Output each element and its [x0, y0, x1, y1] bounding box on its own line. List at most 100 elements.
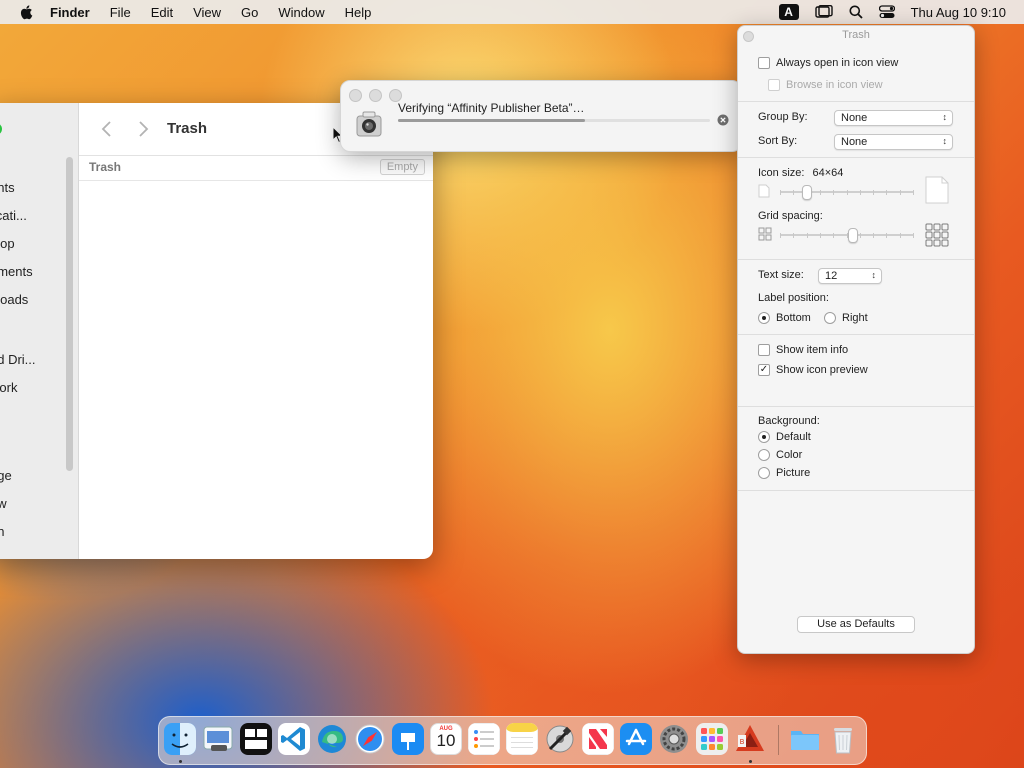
- disk-utility-icon[interactable]: [544, 723, 576, 755]
- grid-spacing-slider[interactable]: [780, 228, 914, 243]
- separator: [738, 406, 974, 407]
- trash-icon[interactable]: [827, 723, 859, 755]
- notes-icon[interactable]: [506, 723, 538, 755]
- dock: AUG 10 B: [158, 716, 867, 765]
- background-default-radio[interactable]: [758, 431, 770, 443]
- sidebar-scrollbar[interactable]: [66, 157, 73, 471]
- zoom-window-button[interactable]: [0, 123, 2, 135]
- affinity-publisher-icon[interactable]: B: [734, 723, 766, 755]
- label-bottom-radio[interactable]: [758, 312, 770, 324]
- separator: [738, 101, 974, 102]
- mission-control-icon[interactable]: [240, 723, 272, 755]
- close-window-button[interactable]: [349, 89, 362, 102]
- always-open-label: Always open in icon view: [776, 57, 899, 69]
- menu-view[interactable]: View: [193, 5, 221, 20]
- trash-header-bar: Trash Empty: [79, 156, 433, 181]
- large-document-icon: [925, 176, 949, 204]
- menu-go[interactable]: Go: [241, 5, 258, 20]
- edge-icon[interactable]: [316, 723, 348, 755]
- reminders-icon[interactable]: [468, 723, 500, 755]
- sidebar-item-network[interactable]: work: [0, 380, 17, 395]
- vscode-icon[interactable]: [278, 723, 310, 755]
- background-picture-row[interactable]: Picture: [758, 467, 810, 479]
- sidebar-item-tag-yellow[interactable]: ow: [0, 496, 7, 511]
- menu-clock[interactable]: Thu Aug 10 9:10: [911, 5, 1006, 20]
- screen-mirroring-icon[interactable]: [814, 5, 833, 19]
- text-size-popup[interactable]: 12 ↕: [818, 268, 882, 284]
- background-picture-radio[interactable]: [758, 467, 770, 479]
- separator: [738, 490, 974, 491]
- background-default-row[interactable]: Default: [758, 431, 811, 443]
- sidebar-item-desktop[interactable]: ktop: [0, 236, 15, 251]
- label-right-radio[interactable]: [824, 312, 836, 324]
- sidebar-item-recents[interactable]: ents: [0, 180, 15, 195]
- up-down-arrows-icon: ↕: [871, 270, 877, 280]
- slider-tick: [860, 233, 861, 238]
- downloads-folder-icon[interactable]: [789, 723, 821, 755]
- slider-tick: [847, 190, 848, 195]
- app-store-icon[interactable]: [620, 723, 652, 755]
- progress-bar-fill: [398, 119, 586, 122]
- show-item-info-label: Show item info: [776, 344, 849, 356]
- safari-icon[interactable]: [354, 723, 386, 755]
- back-chevron-icon[interactable]: [99, 119, 115, 139]
- dock-divider: [778, 725, 779, 755]
- background-color-row[interactable]: Color: [758, 449, 802, 461]
- spotlight-search-icon[interactable]: [849, 5, 863, 19]
- preview-icon[interactable]: [202, 723, 234, 755]
- always-open-checkbox[interactable]: [758, 57, 770, 69]
- slider-knob[interactable]: [802, 185, 812, 200]
- system-settings-icon[interactable]: [658, 723, 690, 755]
- stop-icon[interactable]: [717, 114, 729, 126]
- label-right-text: Right: [842, 312, 868, 324]
- sidebar-item-tag-green[interactable]: en: [0, 524, 4, 539]
- sidebar-item-icloud-drive[interactable]: ud Dri...: [0, 352, 36, 367]
- keynote-icon[interactable]: [392, 723, 424, 755]
- menu-app-name[interactable]: Finder: [50, 5, 90, 20]
- slider-tick: [833, 190, 834, 195]
- show-icon-preview-row[interactable]: ✓ Show icon preview: [758, 364, 868, 376]
- empty-trash-button[interactable]: Empty: [379, 159, 425, 175]
- copy-progress-window: Verifying “Affinity Publisher Beta”…: [340, 80, 742, 152]
- background-label: Background:: [758, 415, 820, 427]
- menu-window[interactable]: Window: [278, 5, 324, 20]
- finder-icon[interactable]: [164, 723, 196, 755]
- text-size-value: 12: [825, 270, 838, 282]
- menu-edit[interactable]: Edit: [151, 5, 173, 20]
- label-bottom-text: Bottom: [776, 312, 811, 324]
- menu-help[interactable]: Help: [345, 5, 372, 20]
- small-grid-icon: [758, 227, 772, 241]
- background-color-text: Color: [776, 449, 803, 461]
- slider-knob[interactable]: [848, 228, 858, 243]
- panel-title: Trash: [842, 29, 870, 41]
- forward-chevron-icon[interactable]: [135, 119, 151, 139]
- icon-size-slider[interactable]: [780, 185, 914, 200]
- separator: [738, 259, 974, 260]
- calendar-icon[interactable]: AUG 10: [430, 723, 462, 755]
- icon-size-value: 64×64: [812, 167, 844, 179]
- sidebar-item-applications[interactable]: licati...: [0, 208, 27, 223]
- show-item-info-row[interactable]: Show item info: [758, 344, 848, 356]
- apple-icon[interactable]: [18, 3, 36, 21]
- label-position-bottom-row[interactable]: Bottom: [758, 312, 811, 324]
- up-down-arrows-icon: ↕: [942, 136, 948, 146]
- background-color-radio[interactable]: [758, 449, 770, 461]
- label-position-right-row[interactable]: Right: [824, 312, 868, 324]
- show-icon-preview-checkbox[interactable]: ✓: [758, 364, 770, 376]
- menu-file[interactable]: File: [110, 5, 131, 20]
- input-source-icon[interactable]: A: [778, 4, 799, 20]
- sidebar-item-documents[interactable]: uments: [0, 264, 33, 279]
- control-center-icon[interactable]: [878, 5, 895, 19]
- use-as-defaults-button[interactable]: Use as Defaults: [797, 616, 915, 633]
- slider-tick: [820, 190, 821, 195]
- show-item-info-checkbox[interactable]: [758, 344, 770, 356]
- sidebar-item-downloads[interactable]: nloads: [0, 292, 28, 307]
- minimize-window-button[interactable]: [369, 89, 382, 102]
- sort-by-popup[interactable]: None ↕: [834, 134, 953, 150]
- sidebar-item-tag-orange[interactable]: nge: [0, 468, 12, 483]
- launchpad-icon[interactable]: [696, 723, 728, 755]
- news-icon[interactable]: [582, 723, 614, 755]
- up-down-arrows-icon: ↕: [942, 112, 948, 122]
- group-by-popup[interactable]: None ↕: [834, 110, 953, 126]
- always-open-icon-view-row[interactable]: Always open in icon view: [758, 57, 898, 69]
